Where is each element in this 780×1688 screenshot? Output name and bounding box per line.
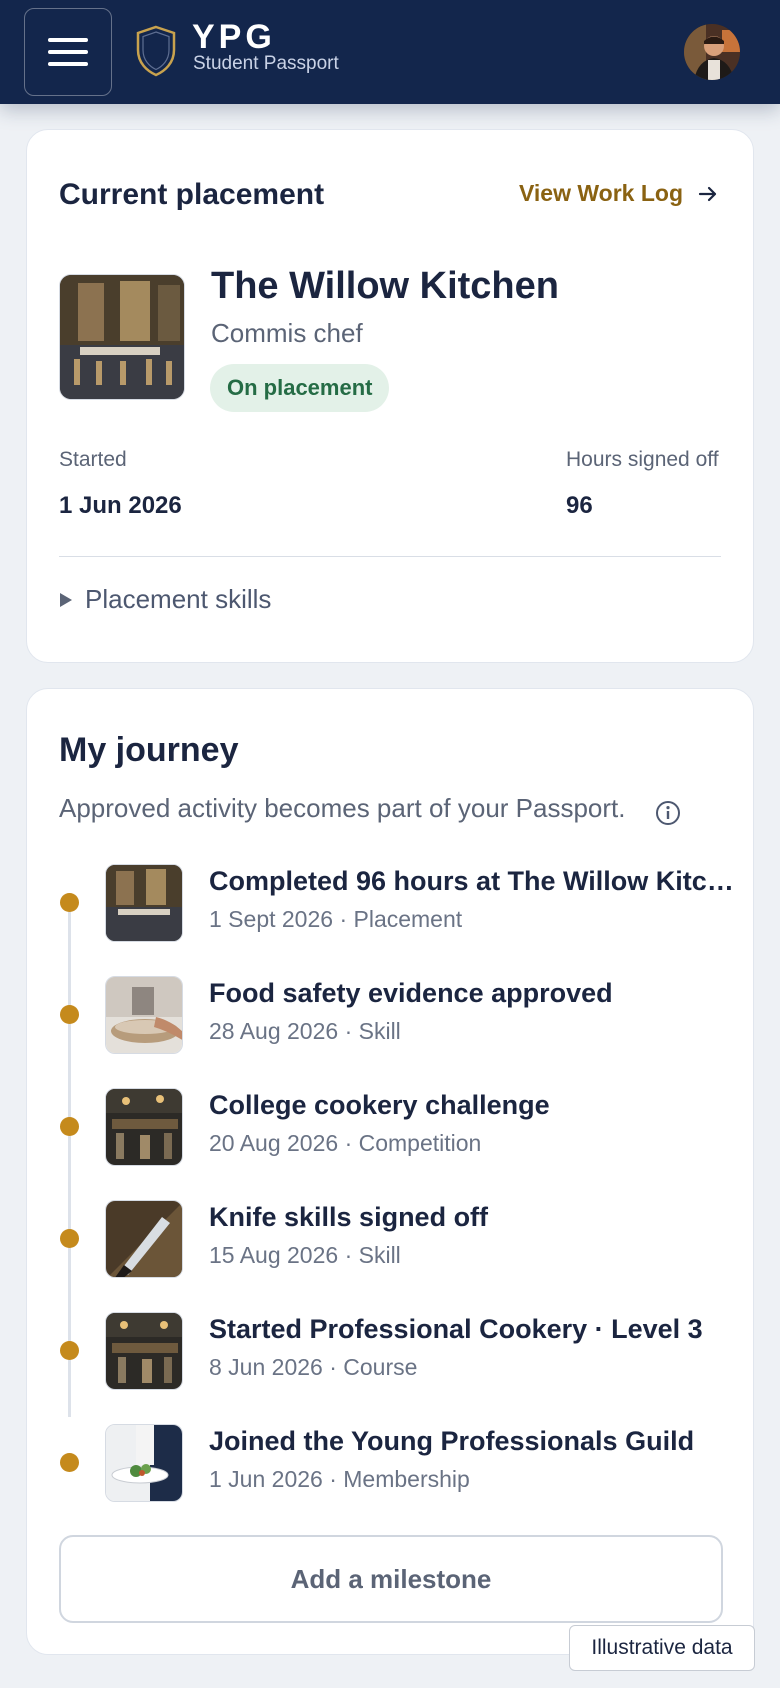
illustrative-data-badge: Illustrative data bbox=[569, 1625, 755, 1671]
food-safety-thumbnail bbox=[105, 976, 183, 1054]
timeline-item[interactable]: College cookery challenge 20 Aug 2026 · … bbox=[27, 1088, 755, 1168]
timeline-item-meta: 28 Aug 2026 · Skill bbox=[209, 1018, 401, 1044]
current-placement-card: Current placement View Work Log The Will… bbox=[26, 129, 754, 663]
kitchen-thumbnail bbox=[105, 1312, 183, 1390]
current-placement-title: Current placement bbox=[59, 178, 325, 211]
menu-button[interactable] bbox=[24, 8, 112, 96]
hours-label: Hours signed off bbox=[566, 448, 719, 471]
add-milestone-button[interactable]: Add a milestone bbox=[59, 1535, 723, 1623]
timeline-item[interactable]: Started Professional Cookery · Level 3 8… bbox=[27, 1312, 755, 1392]
info-icon[interactable] bbox=[655, 800, 681, 826]
view-work-log-label: View Work Log bbox=[518, 180, 683, 206]
timeline-item-meta: 15 Aug 2026 · Skill bbox=[209, 1242, 401, 1268]
placement-role: Commis chef bbox=[211, 318, 363, 348]
timeline-item-meta: 1 Sept 2026 · Placement bbox=[209, 906, 463, 932]
timeline-item-meta: 8 Jun 2026 · Course bbox=[209, 1354, 418, 1380]
timeline-item-title: Joined the Young Professionals Guild bbox=[209, 1426, 695, 1456]
knife-thumbnail bbox=[105, 1200, 183, 1278]
restaurant-thumbnail bbox=[105, 864, 183, 942]
user-avatar[interactable] bbox=[684, 24, 740, 80]
waiter-plate-thumbnail bbox=[105, 1424, 183, 1502]
timeline-dot bbox=[60, 1005, 79, 1024]
brand-title: YPG bbox=[192, 18, 276, 56]
timeline-dot bbox=[60, 1453, 79, 1472]
view-work-log-link[interactable]: View Work Log bbox=[519, 180, 719, 207]
timeline-item[interactable]: Food safety evidence approved 28 Aug 202… bbox=[27, 976, 755, 1056]
my-journey-card: My journey Approved activity becomes par… bbox=[26, 688, 754, 1655]
app-header: YPG Student Passport bbox=[0, 0, 780, 104]
started-label: Started bbox=[59, 448, 127, 471]
timeline-item-title: Completed 96 hours at The Willow Kitchen bbox=[209, 866, 739, 896]
placement-skills-toggle[interactable]: Placement skills bbox=[59, 584, 271, 615]
timeline-dot bbox=[60, 1229, 79, 1248]
my-journey-title: My journey bbox=[59, 731, 239, 769]
hamburger-icon-bar bbox=[48, 62, 88, 66]
placement-photo bbox=[59, 274, 185, 400]
timeline-dot bbox=[60, 1117, 79, 1136]
arrow-right-icon bbox=[697, 183, 719, 205]
placement-skills-label: Placement skills bbox=[85, 584, 272, 614]
timeline-item[interactable]: Completed 96 hours at The Willow Kitchen… bbox=[27, 864, 755, 944]
kitchen-thumbnail bbox=[105, 1088, 183, 1166]
timeline-item-title: College cookery challenge bbox=[209, 1090, 550, 1120]
brand-subtitle: Student Passport bbox=[193, 53, 339, 74]
started-value: 1 Jun 2026 bbox=[59, 492, 182, 519]
hamburger-icon-bar bbox=[48, 38, 88, 42]
divider bbox=[59, 556, 721, 557]
timeline-item-meta: 1 Jun 2026 · Membership bbox=[209, 1466, 470, 1492]
timeline-item-title: Started Professional Cookery · Level 3 bbox=[209, 1314, 703, 1344]
placement-name: The Willow Kitchen bbox=[211, 265, 559, 307]
triangle-right-icon bbox=[59, 592, 73, 608]
my-journey-subtitle: Approved activity becomes part of your P… bbox=[59, 793, 626, 823]
timeline-dot bbox=[60, 1341, 79, 1360]
hamburger-icon-bar bbox=[48, 50, 88, 54]
timeline-item[interactable]: Joined the Young Professionals Guild 1 J… bbox=[27, 1424, 755, 1504]
timeline-item-meta: 20 Aug 2026 · Competition bbox=[209, 1130, 482, 1156]
timeline-dot bbox=[60, 893, 79, 912]
hours-value: 96 bbox=[566, 492, 593, 519]
timeline-item-title: Knife skills signed off bbox=[209, 1202, 489, 1232]
shield-icon bbox=[134, 24, 178, 78]
status-badge: On placement bbox=[210, 364, 390, 412]
timeline-item-title: Food safety evidence approved bbox=[209, 978, 613, 1008]
timeline-item[interactable]: Knife skills signed off 15 Aug 2026 · Sk… bbox=[27, 1200, 755, 1280]
